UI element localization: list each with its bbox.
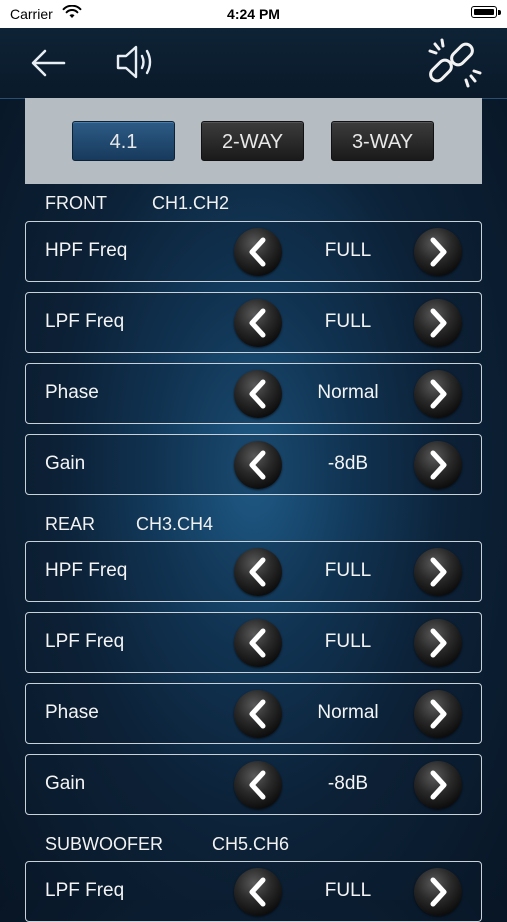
chevron-left-icon [249, 770, 266, 800]
row-value: -8dB [327, 773, 369, 794]
front-phase-prev-button[interactable] [234, 370, 282, 418]
row-value: FULL [324, 631, 372, 652]
rear-lpf-prev-button[interactable] [234, 619, 282, 667]
section-channels: CH3.CH4 [136, 514, 214, 534]
row-label: LPF Freq [45, 311, 125, 332]
front-lpf-freq-row: LPF Freq FULL [25, 292, 482, 353]
chevron-left-icon [249, 308, 266, 338]
mode-selector-panel: 4.1 2-WAY 3-WAY [25, 98, 482, 184]
row-value: Normal [317, 382, 379, 403]
chevron-right-icon [430, 379, 447, 409]
section-header-subwoofer: SUBWOOFER CH5.CH6 [45, 834, 345, 858]
section-channels: CH5.CH6 [212, 834, 290, 854]
subwoofer-lpf-next-button[interactable] [414, 868, 462, 916]
section-name: FRONT [45, 193, 107, 213]
subwoofer-lpf-prev-button[interactable] [234, 868, 282, 916]
row-value: FULL [324, 240, 372, 261]
section-header-rear: REAR CH3.CH4 [45, 514, 305, 538]
section-name: SUBWOOFER [45, 834, 164, 854]
status-time: 4:24 PM [227, 6, 280, 22]
chevron-right-icon [430, 557, 447, 587]
chevron-right-icon [430, 770, 447, 800]
row-label: Gain [45, 453, 86, 474]
link-button[interactable] [424, 36, 482, 90]
mode-4-1-button[interactable]: 4.1 [72, 121, 175, 161]
status-bar: Carrier 4:24 PM [0, 0, 507, 28]
front-hpf-next-button[interactable] [414, 228, 462, 276]
rear-phase-next-button[interactable] [414, 690, 462, 738]
front-hpf-prev-button[interactable] [234, 228, 282, 276]
front-phase-next-button[interactable] [414, 370, 462, 418]
rear-gain-next-button[interactable] [414, 761, 462, 809]
rear-phase-row: Phase Normal [25, 683, 482, 744]
rear-gain-prev-button[interactable] [234, 761, 282, 809]
sound-button[interactable] [114, 42, 160, 82]
back-button[interactable] [28, 46, 68, 80]
front-lpf-next-button[interactable] [414, 299, 462, 347]
rear-phase-prev-button[interactable] [234, 690, 282, 738]
rear-gain-row: Gain -8dB [25, 754, 482, 815]
rear-lpf-freq-row: LPF Freq FULL [25, 612, 482, 673]
chevron-right-icon [430, 308, 447, 338]
section-name: REAR [45, 514, 96, 534]
chevron-left-icon [249, 237, 266, 267]
nav-bar [0, 28, 507, 99]
back-arrow-icon [31, 49, 66, 77]
rear-hpf-freq-row: HPF Freq FULL [25, 541, 482, 602]
row-value: Normal [317, 702, 379, 723]
chevron-right-icon [430, 699, 447, 729]
chevron-left-icon [249, 379, 266, 409]
row-value: FULL [324, 311, 372, 332]
front-gain-next-button[interactable] [414, 441, 462, 489]
section-header-front: FRONT CH1.CH2 [45, 193, 305, 217]
row-label: Phase [45, 702, 99, 723]
rear-lpf-next-button[interactable] [414, 619, 462, 667]
row-label: HPF Freq [45, 560, 128, 581]
row-value: FULL [324, 560, 372, 581]
subwoofer-lpf-freq-row: LPF Freq FULL [25, 861, 482, 922]
row-label: LPF Freq [45, 880, 125, 901]
front-lpf-prev-button[interactable] [234, 299, 282, 347]
mode-2-way-button[interactable]: 2-WAY [201, 121, 304, 161]
chevron-left-icon [249, 450, 266, 480]
chain-link-icon [428, 38, 482, 88]
chevron-left-icon [249, 557, 266, 587]
chevron-right-icon [430, 237, 447, 267]
row-value: FULL [324, 880, 372, 901]
row-label: Gain [45, 773, 86, 794]
mode-3-way-button[interactable]: 3-WAY [331, 121, 434, 161]
chevron-left-icon [249, 628, 266, 658]
chevron-right-icon [430, 450, 447, 480]
chevron-right-icon [430, 877, 447, 907]
row-label: HPF Freq [45, 240, 128, 261]
battery-icon [471, 6, 501, 18]
front-phase-row: Phase Normal [25, 363, 482, 424]
rear-hpf-next-button[interactable] [414, 548, 462, 596]
section-channels: CH1.CH2 [152, 193, 230, 213]
speaker-volume-icon [116, 45, 152, 79]
chevron-right-icon [430, 628, 447, 658]
chevron-left-icon [249, 699, 266, 729]
row-label: Phase [45, 382, 99, 403]
rear-hpf-prev-button[interactable] [234, 548, 282, 596]
row-value: -8dB [327, 453, 369, 474]
chevron-left-icon [249, 877, 266, 907]
front-gain-row: Gain -8dB [25, 434, 482, 495]
front-hpf-freq-row: HPF Freq FULL [25, 221, 482, 282]
row-label: LPF Freq [45, 631, 125, 652]
front-gain-prev-button[interactable] [234, 441, 282, 489]
